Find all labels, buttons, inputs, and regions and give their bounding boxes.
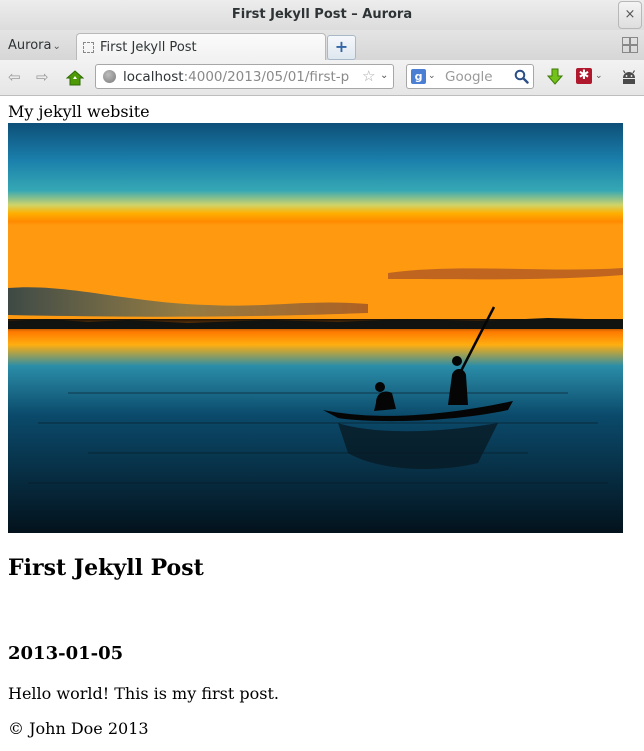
hero-image-sunset-boat (8, 123, 623, 533)
home-icon[interactable] (66, 69, 84, 87)
tab-strip: Aurora⌄ First Jekyll Post + (0, 30, 644, 61)
url-text[interactable]: localhost:4000/2013/05/01/first-p (123, 69, 349, 85)
tab-first-jekyll-post[interactable]: First Jekyll Post (76, 33, 326, 61)
post-body: Hello world! This is my first post. (8, 684, 279, 703)
addon-icon[interactable]: ✱ (576, 68, 592, 84)
navigation-toolbar: ⇦ ⇨ localhost:4000/2013/05/01/first-p ☆ … (0, 60, 644, 96)
footer-copyright: © John Doe 2013 (8, 719, 149, 738)
url-host: localhost (123, 69, 184, 85)
app-menu-button[interactable]: Aurora⌄ (8, 38, 61, 53)
window-title: First Jekyll Post – Aurora (231, 7, 413, 22)
download-icon[interactable] (546, 67, 564, 87)
window-titlebar: First Jekyll Post – Aurora × (0, 0, 644, 30)
bookmark-star-icon[interactable]: ☆ (362, 67, 375, 85)
android-icon[interactable] (620, 69, 638, 85)
search-input[interactable]: Google (445, 69, 493, 85)
chevron-down-icon: ⌄ (52, 41, 61, 52)
app-menu-label: Aurora (8, 38, 52, 53)
addon-chevron-icon[interactable]: ⌄ (595, 71, 603, 81)
search-engine-chevron-icon[interactable]: ⌄ (428, 71, 436, 81)
window-close-button[interactable]: × (618, 1, 642, 29)
new-tab-button[interactable]: + (327, 35, 356, 60)
blank-page-icon (83, 42, 94, 53)
search-engine-icon[interactable]: g (411, 69, 426, 84)
tab-label: First Jekyll Post (100, 40, 197, 55)
tab-list-icon[interactable] (622, 37, 638, 53)
back-icon[interactable]: ⇦ (8, 68, 21, 86)
url-bar[interactable]: localhost:4000/2013/05/01/first-p ☆ ⌄ (95, 64, 394, 89)
url-dropdown-icon[interactable]: ⌄ (380, 70, 388, 81)
globe-icon (103, 70, 116, 83)
post-title: First Jekyll Post (8, 555, 204, 581)
site-title[interactable]: My jekyll website (8, 102, 150, 121)
post-date: 2013-01-05 (8, 643, 124, 664)
search-bar[interactable]: g ⌄ Google (406, 64, 534, 89)
magnifier-icon[interactable] (514, 69, 529, 84)
page-content: My jekyll website First Jekyll Post 2013… (0, 96, 644, 751)
url-path: :4000/2013/05/01/first-p (183, 69, 350, 85)
forward-icon[interactable]: ⇨ (36, 68, 49, 86)
